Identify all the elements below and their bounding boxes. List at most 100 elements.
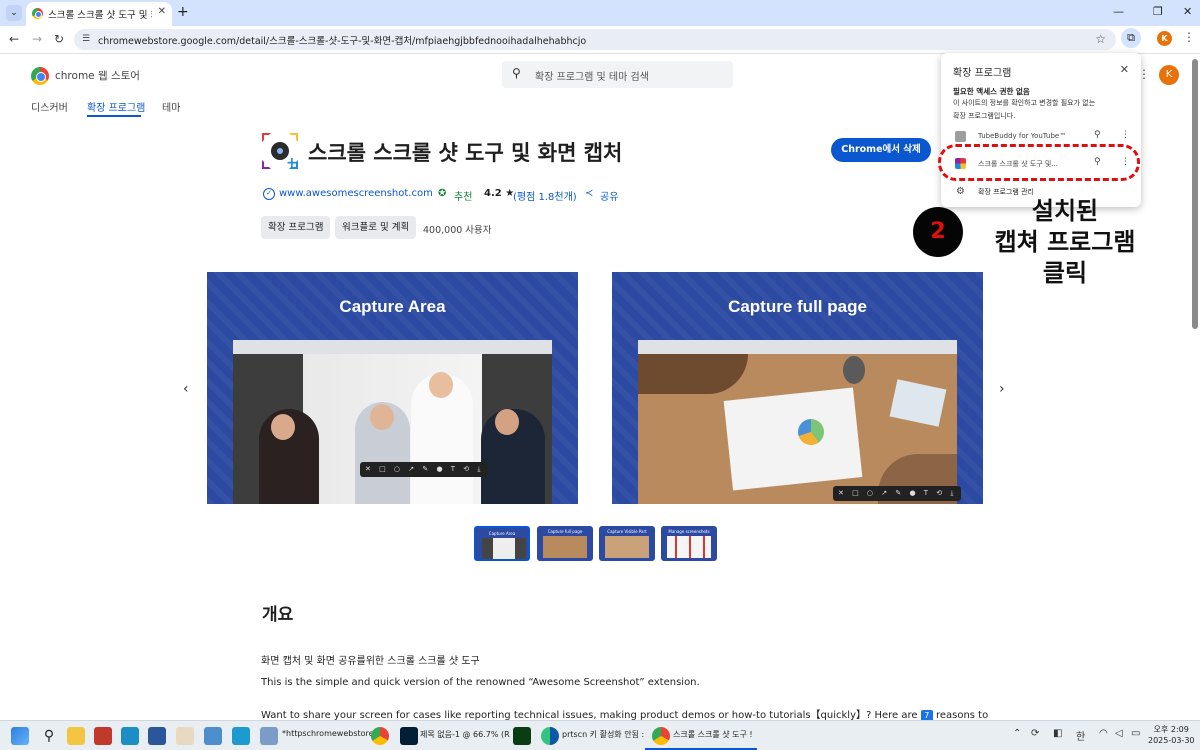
carousel-prev-icon[interactable]: ‹ [183,381,189,397]
thumbnail-3[interactable]: Capture Visible Part [599,526,655,561]
recommended-badge-icon: ✪ [438,188,447,199]
url-text[interactable]: chromewebstore.google.com/detail/스크롤-스크롤… [98,33,586,47]
remove-from-chrome-button[interactable]: Chrome에서 삭제 [831,138,931,162]
tray-sync-icon[interactable]: ⟳ [1031,728,1039,739]
nav-tab-themes[interactable]: 테마 [162,99,180,114]
system-clock[interactable]: 오후 2:09 2025-03-30 [1148,724,1195,746]
rating-value: 4.2 ★ [484,188,515,199]
active-tab[interactable]: 스크롤 스크롤 샷 도구 및 화면 ✕ [26,2,172,26]
annotation-line-1: 설치된 [1031,197,1099,225]
search-placeholder: 확장 프로그램 및 테마 검색 [535,72,649,83]
taskbar-photoshop-label[interactable]: 제목 없음-1 @ 66.7% (R [420,729,510,740]
tab-close-icon[interactable]: ✕ [158,6,166,17]
recommended-label: 추천 [454,192,473,203]
description-line-2: This is the simple and quick version of … [261,677,700,688]
app-icon[interactable] [176,727,194,745]
popup-item-tubebuddy[interactable]: TubeBuddy for YouTube™ ⚲ ⋮ [953,129,1133,145]
screenshot-slide-2[interactable]: Capture full page ✕ □ ○ ↗ ✎ ● T ⟲ ⤓ [612,272,983,504]
filezilla-icon[interactable] [94,727,112,745]
popup-text-line-2: 확장 프로그램입니다. [953,112,1016,120]
ime-indicator[interactable]: 한 [1076,728,1085,743]
wifi-icon[interactable]: ◠ [1099,728,1108,739]
tubebuddy-icon [955,131,966,142]
minimize-icon[interactable]: — [1113,5,1124,18]
verified-check-icon: ✓ [263,188,275,200]
annotation-line-2: 캡쳐 프로그램 [994,228,1136,256]
thumbnail-2[interactable]: Capture full page [537,526,593,561]
app-icon[interactable] [121,727,139,745]
extension-title: 스크롤 스크롤 샷 도구 및 화면 캡처 [308,141,623,165]
slide-title: Capture Area [339,297,446,316]
tab-title: 스크롤 스크롤 샷 도구 및 화면 [48,10,152,21]
store-name[interactable]: chrome 웹 스토어 [55,68,140,83]
webstore-logo-icon[interactable] [31,67,49,85]
slide-title: Capture full page [728,297,867,316]
annotation-line-3: 클릭 [1042,259,1088,287]
thumbnail-4[interactable]: Manage screenshots [661,526,717,561]
description-line-1: 화면 캡처 및 화면 공유를위한 스크롤 스크롤 샷 도구 [261,656,480,667]
developer-website-link[interactable]: www.awesomescreenshot.com [279,188,433,199]
back-icon[interactable]: ← [9,32,19,46]
app-icon[interactable] [232,727,250,745]
screenshot-slide-1[interactable]: Capture Area ✕ □ ○ ↗ ✎ ● T ⟲ ⤓ [207,272,578,504]
chrome-menu-icon[interactable]: ⋮ [1183,30,1195,44]
new-tab-icon[interactable]: + [177,4,189,20]
edge-icon[interactable] [541,727,559,745]
capture-toolbar: ✕ □ ○ ↗ ✎ ● T ⟲ ⤓ [833,486,962,501]
nav-tab-discover[interactable]: 디스커버 [31,99,68,114]
file-explorer-icon[interactable] [67,727,85,745]
reload-icon[interactable]: ↻ [54,32,64,46]
extension-camera-icon: + [262,133,298,170]
site-info-icon[interactable]: ☰ [82,34,93,45]
highlight-dashed-oval [938,144,1140,181]
slide-browser-mockup [233,340,552,504]
browser-toolbar: ← → ↻ ☰ chromewebstore.google.com/detail… [0,26,1200,54]
taskbar-chrome-label[interactable]: 스크롤 스크롤 샷 도구 ! [673,729,753,740]
photoshop-icon[interactable] [400,727,418,745]
notepad-icon[interactable] [260,727,278,745]
extensions-popup: 확장 프로그램 ✕ 필요한 액세스 권한 없음 이 사이트의 정보를 확인하고 … [941,53,1141,207]
share-icon[interactable]: ≺ [585,188,593,199]
app-icon[interactable] [204,727,222,745]
pin-icon[interactable]: ⚲ [1094,130,1101,140]
dreamweaver-icon[interactable] [513,727,531,745]
page-scrollbar[interactable] [1192,59,1198,329]
address-bar[interactable]: ☰ chromewebstore.google.com/detail/스크롤-스… [74,29,1116,50]
bookmark-star-icon[interactable]: ☆ [1095,32,1106,46]
chrome-icon[interactable] [371,727,389,745]
taskbar-edge-label[interactable]: prtscn 키 활성화 안됨 : [562,729,644,740]
windows-start-icon[interactable] [11,727,29,745]
chrome-active-icon[interactable] [652,727,670,745]
webstore-favicon-icon [32,8,43,19]
tray-expand-icon[interactable]: ⌃ [1013,728,1021,739]
more-options-icon[interactable]: ⋮ [1121,130,1130,140]
word-icon[interactable] [148,727,166,745]
capture-toolbar: ✕ □ ○ ↗ ✎ ● T ⟲ ⤓ [360,462,489,477]
window-close-icon[interactable]: ✕ [1183,5,1192,18]
tab-search-button[interactable]: ⌄ [6,5,22,21]
search-icon: ⚲ [512,66,521,80]
page-profile-avatar[interactable]: K [1159,65,1179,85]
share-link[interactable]: 공유 [600,188,618,203]
taskbar-search-icon[interactable]: ⚲ [40,727,58,745]
popup-text-line-1: 이 사이트의 정보를 확인하고 변경할 필요가 없는 [953,99,1096,107]
popup-title: 확장 프로그램 [953,68,1012,79]
extensions-puzzle-icon[interactable]: ⧉ [1121,28,1141,48]
volume-icon[interactable]: ◁ [1115,728,1123,739]
forward-icon[interactable]: → [32,32,42,46]
nav-tab-extensions[interactable]: 확장 프로그램 [87,99,145,114]
thumbnail-1[interactable]: Capture Area [474,526,530,561]
carousel-next-icon[interactable]: › [999,381,1005,397]
taskbar-notepad-label[interactable]: *httpschromewebstore.. [282,729,379,738]
category-chip-workflow[interactable]: 워크플로 및 계획 [335,216,417,239]
battery-icon[interactable]: ▭ [1131,728,1140,739]
maximize-icon[interactable]: ❐ [1153,5,1163,18]
popup-close-icon[interactable]: ✕ [1120,63,1129,76]
windows-taskbar: ⚲ *httpschromewebstore.. 제목 없음-1 @ 66.7%… [0,720,1200,750]
profile-avatar[interactable]: K [1157,31,1172,46]
tray-app-icon[interactable]: ◧ [1053,728,1062,739]
rating-count-link[interactable]: (평점 1.8천개) [513,188,577,203]
store-search-input[interactable]: ⚲ 확장 프로그램 및 테마 검색 [502,61,733,88]
overview-heading: 개요 [262,605,294,625]
category-chip-extension[interactable]: 확장 프로그램 [261,216,331,239]
